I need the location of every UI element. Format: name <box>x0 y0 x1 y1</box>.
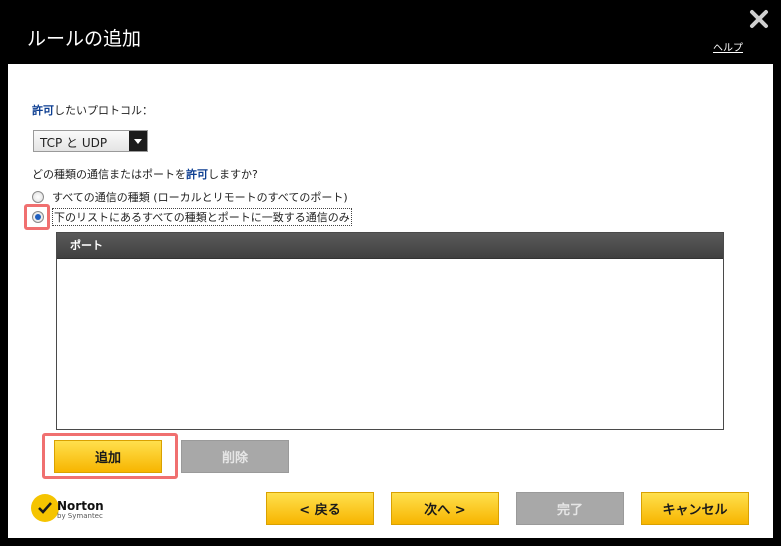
radio-all-traffic[interactable]: すべての通信の種類 (ローカルとリモートのすべてのポート) <box>32 189 348 205</box>
radio-all-traffic-label[interactable]: すべての通信の種類 (ローカルとリモートのすべてのポート) <box>52 189 348 205</box>
radio-listed-only-label[interactable]: 下のリストにあるすべての種類とポートに一致する通信のみ <box>52 208 352 226</box>
next-button[interactable]: 次へ > <box>391 492 499 525</box>
protocol-select-value: TCP と UDP <box>40 136 108 150</box>
protocol-label-text: したいプロトコル： <box>54 104 153 117</box>
chevron-down-icon[interactable] <box>129 131 147 151</box>
add-highlight-box <box>42 433 178 479</box>
protocol-select[interactable]: TCP と UDP <box>33 130 148 152</box>
back-button[interactable]: < 戻る <box>266 492 374 525</box>
norton-brand-sub: by Symantec <box>57 512 103 520</box>
help-link[interactable]: ヘルプ <box>713 39 743 54</box>
radio-all-traffic-button[interactable] <box>32 191 44 203</box>
delete-button: 削除 <box>181 440 289 473</box>
traffic-question: どの種類の通信またはポートを許可しますか? <box>32 166 258 182</box>
radio-highlight-box <box>24 204 50 230</box>
finish-button: 完了 <box>516 492 624 525</box>
protocol-label-highlight: 許可 <box>32 104 54 117</box>
port-list[interactable]: ポート <box>56 232 724 430</box>
title-bar: ルールの追加 ヘルプ <box>0 0 781 64</box>
window-title: ルールの追加 <box>27 28 142 50</box>
norton-brand-name: Norton <box>57 499 104 513</box>
radio-listed-only[interactable]: 下のリストにあるすべての種類とポートに一致する通信のみ <box>32 208 352 226</box>
checkmark-icon <box>31 494 59 522</box>
question-prefix: どの種類の通信またはポートを <box>32 168 186 181</box>
norton-logo: Norton by Symantec <box>31 494 111 526</box>
cancel-button[interactable]: キャンセル <box>641 492 749 525</box>
port-column-header: ポート <box>57 233 723 259</box>
question-highlight: 許可 <box>186 168 208 181</box>
close-icon[interactable] <box>748 8 770 30</box>
protocol-label: 許可したいプロトコル： <box>32 102 153 118</box>
question-suffix: しますか? <box>208 168 258 181</box>
dialog-content: 許可したいプロトコル： TCP と UDP どの種類の通信またはポートを許可しま… <box>8 64 773 538</box>
